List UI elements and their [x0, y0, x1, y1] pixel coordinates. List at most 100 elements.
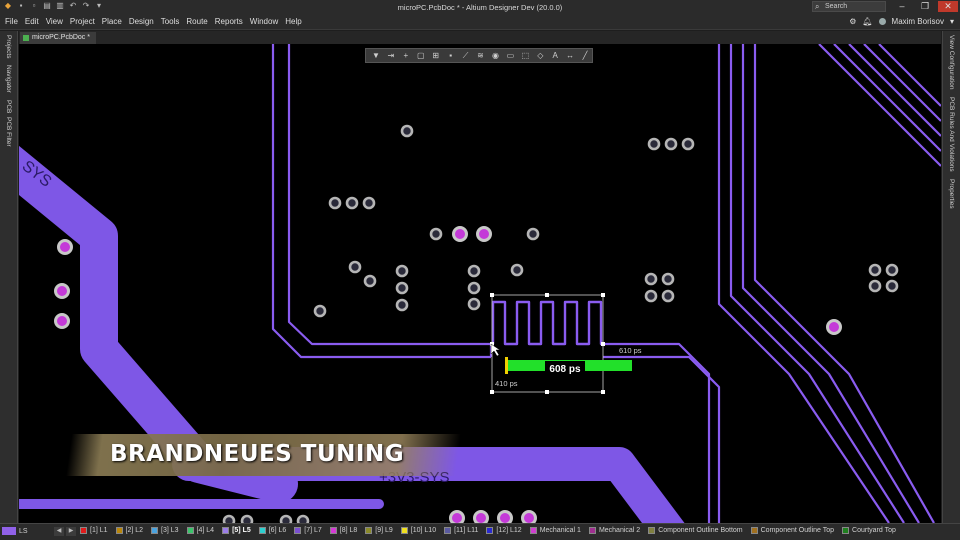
layer-color-swatch: [588, 527, 596, 534]
layer-tab[interactable]: [6] L6: [258, 527, 287, 534]
layer-tab[interactable]: Courtyard Top: [842, 527, 896, 534]
search-placeholder: Search: [825, 3, 848, 10]
menu-route[interactable]: Route: [186, 17, 207, 26]
panel-tab-pcb-rules-violations[interactable]: PCB Rules And Violations: [948, 97, 955, 172]
menu-bar: File Edit View Project Place Design Tools Route…: [0, 14, 960, 30]
menu-place[interactable]: Place: [102, 17, 122, 26]
maximize-button[interactable]: ❐: [915, 1, 935, 12]
via: [429, 227, 443, 241]
via: [467, 297, 481, 311]
via: [647, 137, 661, 151]
layer-tab[interactable]: [10] L10: [400, 527, 436, 534]
user-name[interactable]: Maxim Borisov: [892, 17, 944, 26]
layer-tab[interactable]: [11] L11: [444, 527, 478, 534]
layer-tab[interactable]: Mechanical 1: [529, 527, 581, 534]
menu-tools[interactable]: Tools: [161, 17, 180, 26]
user-dropdown-icon[interactable]: ▾: [950, 17, 954, 26]
document-tab-label: microPC.PcbDoc *: [32, 34, 90, 41]
menu-design[interactable]: Design: [129, 17, 154, 26]
via: [681, 137, 695, 151]
altium-window: ◆ ▪ ▫ ▤ ▥ ↶ ↷ ▾ microPC.PcbDoc * - Altiu…: [0, 0, 960, 540]
search-icon: ⌕: [815, 2, 820, 11]
layer-color-swatch: [80, 527, 87, 534]
current-layer-label: LS: [19, 527, 28, 535]
via-large: [449, 510, 465, 523]
filter-icon[interactable]: ▼: [369, 50, 383, 62]
layer-tab[interactable]: [2] L2: [115, 527, 144, 534]
layer-tab[interactable]: [8] L8: [329, 527, 357, 534]
panel-tab-navigator[interactable]: Navigator: [5, 65, 12, 93]
via-large: [521, 510, 537, 523]
layer-nav: ◀ ▶: [54, 527, 76, 536]
place-text-icon[interactable]: A: [548, 50, 562, 62]
close-button[interactable]: ✕: [938, 1, 958, 12]
select-rect-icon[interactable]: ▢: [414, 50, 428, 62]
layer-next-icon[interactable]: ▶: [66, 527, 76, 536]
layer-tab[interactable]: Component Outline Top: [750, 527, 834, 534]
layer-tab[interactable]: [4] L4: [186, 527, 215, 534]
settings-icon[interactable]: ⚙: [849, 17, 856, 26]
search-input[interactable]: ⌕ Search: [812, 1, 886, 12]
layer-label: [2] L2: [125, 527, 144, 534]
layer-label: Courtyard Top: [852, 527, 896, 534]
menu-edit[interactable]: Edit: [25, 17, 39, 26]
notifications-icon[interactable]: 🔔︎: [862, 17, 872, 26]
layer-color-swatch: [294, 527, 302, 534]
avatar[interactable]: [878, 18, 886, 25]
menu-window[interactable]: Window: [250, 17, 278, 26]
panel-tab-pcb-filter[interactable]: PCB Filter: [5, 117, 12, 147]
place-fill-icon[interactable]: ⬚: [518, 50, 532, 62]
layer-label: [6] L6: [268, 527, 287, 534]
align-icon[interactable]: ⊞: [429, 50, 443, 62]
layer-tab[interactable]: [7] L7: [294, 527, 322, 534]
document-tab[interactable]: microPC.PcbDoc *: [20, 32, 96, 44]
route-icon[interactable]: ⇥: [384, 50, 398, 62]
layer-label: [4] L4: [196, 527, 215, 534]
layer-label: [7] L7: [304, 527, 322, 534]
pour-icon[interactable]: ▭: [503, 50, 517, 62]
panel-tab-projects[interactable]: Projects: [5, 35, 12, 58]
menu-file[interactable]: File: [5, 17, 18, 26]
layer-tabs: [1] L1 [2] L2 [3] L3 [4] L4 [5] L5 [6] L6 [7] …: [80, 527, 904, 534]
via-large: [476, 226, 492, 242]
layer-prev-icon[interactable]: ◀: [54, 527, 64, 536]
active-bar-toolbar: ▼ ⇥ + ▢ ⊞ ▪ ⟋ ≋ ◉ ▭ ⬚ ◇ A ↔ ╱: [365, 48, 593, 63]
dimension-icon[interactable]: ↔: [563, 50, 577, 62]
via: [644, 272, 658, 286]
layer-tab[interactable]: [12] L12: [486, 527, 522, 534]
panel-tab-pcb[interactable]: PCB: [5, 100, 12, 113]
via: [362, 196, 376, 210]
menu-project[interactable]: Project: [70, 17, 95, 26]
minimize-button[interactable]: –: [892, 1, 912, 11]
tuning-gauge: 608 ps 610 ps 410 ps: [495, 346, 642, 388]
menu-help[interactable]: Help: [285, 17, 301, 26]
layer-tab[interactable]: Component Outline Bottom: [648, 527, 743, 534]
via-large: [826, 319, 842, 335]
menu-reports[interactable]: Reports: [215, 17, 243, 26]
via: [510, 263, 524, 277]
move-icon[interactable]: +: [399, 50, 413, 62]
panel-tab-properties[interactable]: Properties: [948, 179, 955, 209]
interactive-route-icon[interactable]: ⟋: [459, 50, 473, 62]
via-large: [452, 226, 468, 242]
layer-tab[interactable]: [3] L3: [151, 527, 179, 534]
via-large: [54, 283, 70, 299]
layer-tab[interactable]: [1] L1: [80, 527, 108, 534]
panel-tab-view-configuration[interactable]: View Configuration: [948, 35, 955, 89]
current-layer-indicator[interactable]: LS: [2, 527, 28, 535]
polygon-icon[interactable]: ◇: [533, 50, 547, 62]
right-panel-tabs: View Configuration PCB Rules And Violati…: [942, 31, 960, 523]
layer-color-swatch: [842, 527, 850, 534]
gauge-current-value: 608 ps: [549, 364, 581, 375]
layer-tab[interactable]: Mechanical 2: [588, 527, 640, 534]
place-component-icon[interactable]: ▪: [444, 50, 458, 62]
layer-tab[interactable]: [5] L5: [222, 527, 251, 534]
place-via-icon[interactable]: ◉: [489, 50, 503, 62]
menu-view[interactable]: View: [46, 17, 63, 26]
line-icon[interactable]: ╱: [578, 50, 592, 62]
via: [661, 289, 675, 303]
via-large: [54, 313, 70, 329]
diff-pair-icon[interactable]: ≋: [474, 50, 488, 62]
layer-label: Component Outline Bottom: [658, 527, 743, 534]
layer-tab[interactable]: [9] L9: [365, 527, 393, 534]
